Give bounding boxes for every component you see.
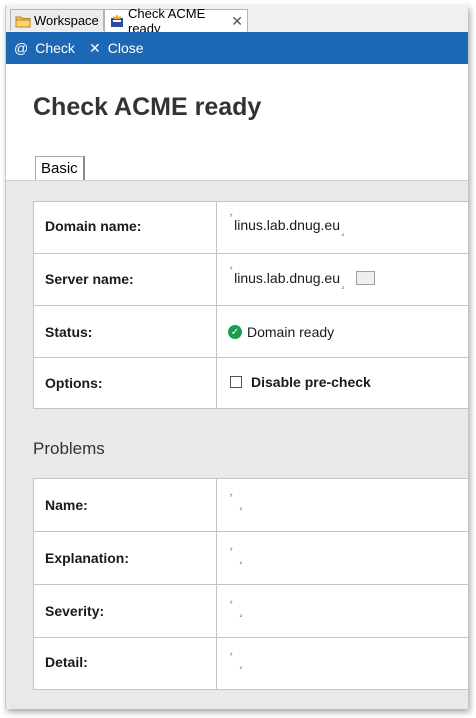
domain-name-label: Domain name: [45, 218, 142, 234]
page-title: Check ACME ready [33, 93, 262, 121]
check-button-label: Check [35, 40, 75, 56]
column-divider [216, 638, 217, 689]
field-close-bracket: ⸥ [239, 661, 243, 670]
server-picker-button[interactable] [356, 271, 376, 285]
tab-label: Workspace [34, 13, 99, 28]
detail-field[interactable]: ⸢ ⸥ [230, 652, 250, 670]
column-divider [216, 532, 217, 584]
disable-pre-check-option[interactable]: Disable pre-check [230, 374, 371, 390]
status-label: Status: [45, 324, 93, 340]
field-open-bracket: ⸢ [230, 493, 234, 502]
status-value: ✓ Domain ready [228, 324, 334, 340]
tab-strip: Workspace Check ACME ready ✕ [6, 5, 468, 36]
row-explanation: Explanation: ⸢ ⸥ [34, 532, 468, 585]
status-text: Domain ready [247, 324, 335, 340]
explanation-label: Explanation: [45, 550, 130, 566]
problem-name-field[interactable]: ⸢ ⸥ [230, 493, 250, 511]
field-close-bracket: ⸥ [341, 281, 345, 290]
basic-table: Domain name: ⸢ linus.lab.dnug.eu ⸥ Serve… [33, 201, 468, 409]
server-name-value: linus.lab.dnug.eu [234, 270, 340, 286]
close-button[interactable]: ✕ Close [89, 32, 144, 64]
column-divider [216, 254, 217, 305]
folder-icon [15, 14, 31, 28]
tab-check-acme-ready[interactable]: Check ACME ready ✕ [104, 6, 248, 36]
disable-pre-check-checkbox[interactable] [230, 376, 242, 388]
field-close-bracket: ⸥ [239, 609, 243, 618]
explanation-field[interactable]: ⸢ ⸥ [230, 547, 250, 565]
row-problem-name: Name: ⸢ ⸥ [34, 479, 468, 532]
problem-name-label: Name: [45, 497, 88, 513]
check-circle-icon: ✓ [228, 325, 242, 339]
field-open-bracket: ⸢ [230, 547, 234, 556]
domain-name-value: linus.lab.dnug.eu [234, 217, 340, 233]
action-bar: @ Check ✕ Close [6, 32, 468, 64]
row-options: Options: Disable pre-check [34, 358, 468, 408]
column-divider [216, 202, 217, 253]
check-button[interactable]: @ Check [14, 32, 75, 64]
field-open-bracket: ⸢ [230, 600, 234, 609]
severity-label: Severity: [45, 603, 105, 619]
acme-form-icon [109, 14, 125, 28]
problems-section-title: Problems [33, 439, 105, 458]
field-close-bracket: ⸥ [341, 228, 345, 237]
column-divider [216, 306, 217, 357]
column-divider [216, 585, 217, 637]
tab-workspace[interactable]: Workspace [10, 9, 104, 31]
domain-name-field[interactable]: ⸢ linus.lab.dnug.eu ⸥ [230, 213, 344, 237]
column-divider [216, 358, 217, 408]
severity-field[interactable]: ⸢ ⸥ [230, 600, 250, 618]
close-icon[interactable]: ✕ [231, 13, 243, 30]
window: Workspace Check ACME ready ✕ @ Check ✕ C… [5, 5, 468, 709]
row-domain-name: Domain name: ⸢ linus.lab.dnug.eu ⸥ [34, 202, 468, 254]
row-severity: Severity: ⸢ ⸥ [34, 585, 468, 638]
row-server-name: Server name: ⸢ linus.lab.dnug.eu ⸥ [34, 254, 468, 306]
server-name-label: Server name: [45, 271, 134, 287]
at-icon: @ [14, 40, 29, 56]
field-open-bracket: ⸢ [230, 652, 234, 661]
options-label: Options: [45, 375, 103, 391]
column-divider [216, 479, 217, 531]
field-open-bracket: ⸢ [230, 266, 234, 275]
close-button-label: Close [107, 40, 144, 56]
form-content: Domain name: ⸢ linus.lab.dnug.eu ⸥ Serve… [6, 180, 468, 709]
detail-label: Detail: [45, 654, 88, 670]
field-close-bracket: ⸥ [239, 556, 243, 565]
row-status: Status: ✓ Domain ready [34, 306, 468, 358]
field-close-bracket: ⸥ [239, 502, 243, 511]
field-open-bracket: ⸢ [230, 213, 234, 222]
tab-basic[interactable]: Basic [35, 156, 85, 180]
problems-table: Name: ⸢ ⸥ Explanation: ⸢ ⸥ Severity: ⸢ ⸥… [33, 478, 468, 690]
close-icon: ✕ [89, 39, 101, 56]
server-name-field[interactable]: ⸢ linus.lab.dnug.eu ⸥ [230, 266, 376, 290]
row-detail: Detail: ⸢ ⸥ [34, 638, 468, 689]
disable-pre-check-label: Disable pre-check [251, 374, 371, 390]
